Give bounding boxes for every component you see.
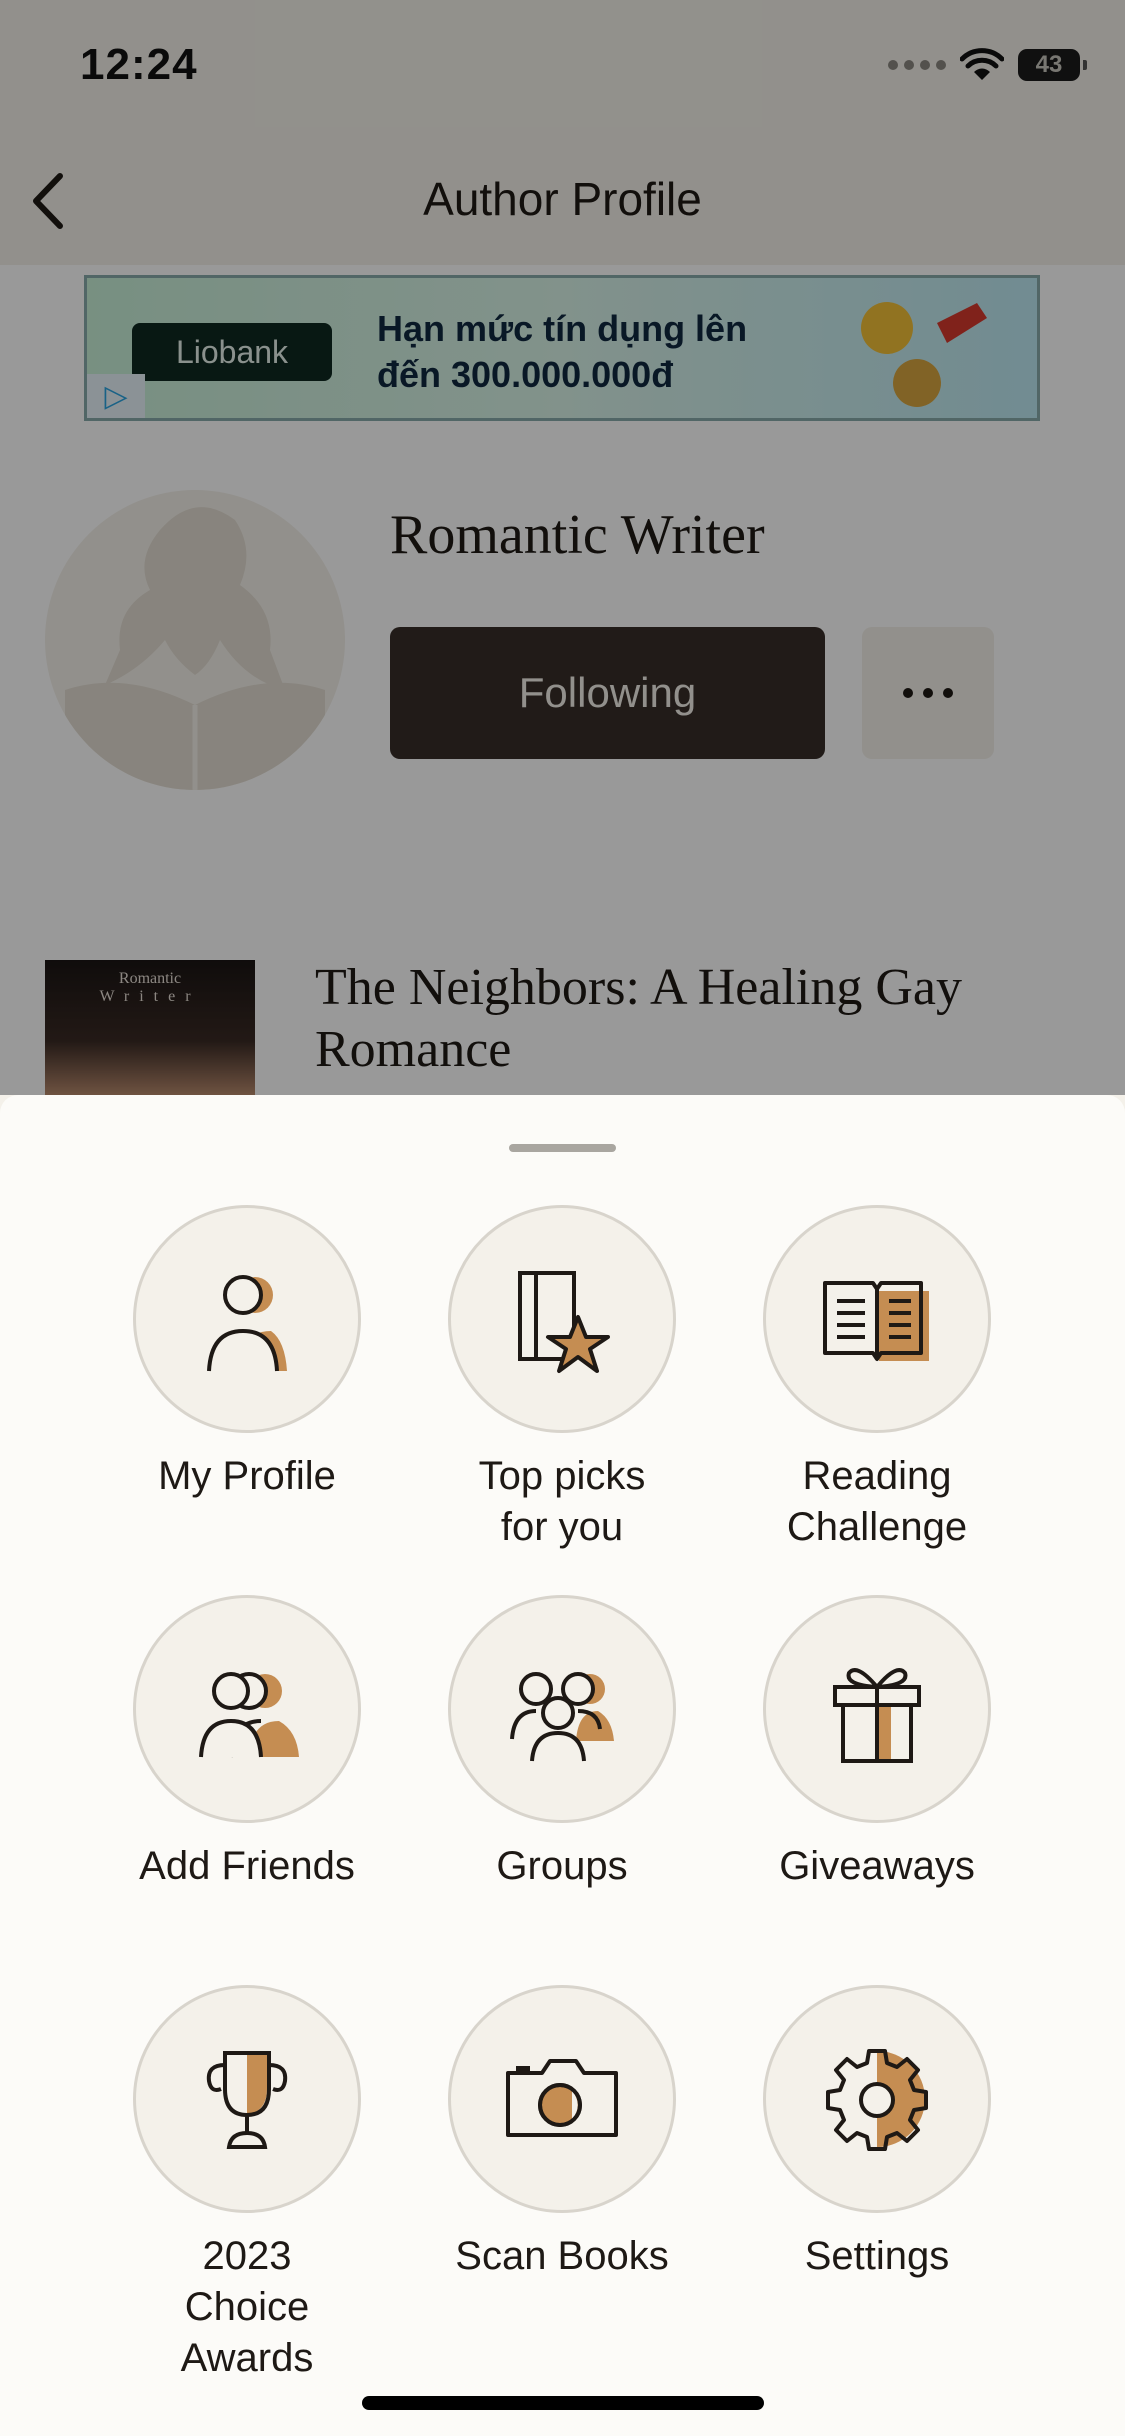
menu-item-circle	[448, 1205, 676, 1433]
menu-item-my-profile[interactable]: My Profile	[87, 1205, 407, 1502]
open-book-icon	[823, 1281, 929, 1361]
more-menu-sheet: My Profile Top picks for you Reading Cha…	[0, 1095, 1125, 2436]
top-picks-icon	[518, 1271, 610, 1373]
menu-item-circle	[448, 1595, 676, 1823]
menu-item-circle	[448, 1985, 676, 2213]
menu-item-add-friends[interactable]: Add Friends	[87, 1595, 407, 1892]
menu-item-label: My Profile	[158, 1454, 336, 1498]
menu-item-label: Add Friends	[139, 1844, 355, 1888]
menu-item-label: Reading Challenge	[786, 1454, 968, 1549]
menu-item-circle	[763, 1595, 991, 1823]
menu-item-circle	[763, 1985, 991, 2213]
menu-item-top-picks[interactable]: Top picks for you	[402, 1205, 722, 1553]
menu-item-circle	[133, 1985, 361, 2213]
home-indicator	[362, 2396, 764, 2410]
menu-item-groups[interactable]: Groups	[402, 1595, 722, 1892]
profile-icon	[207, 1275, 287, 1372]
menu-item-circle	[133, 1205, 361, 1433]
menu-item-circle	[763, 1205, 991, 1433]
menu-item-settings[interactable]: Settings	[717, 1985, 1037, 2282]
menu-item-label: 2023 Choice Awards	[180, 2234, 314, 2380]
menu-item-giveaways[interactable]: Giveaways	[717, 1595, 1037, 1892]
menu-item-label: Settings	[804, 2234, 950, 2278]
menu-item-reading-challenge[interactable]: Reading Challenge	[717, 1205, 1037, 1553]
add-friends-icon	[199, 1672, 299, 1758]
modal-backdrop[interactable]	[0, 0, 1125, 1095]
menu-item-scan-books[interactable]: Scan Books	[402, 1985, 722, 2282]
menu-item-label: Scan Books	[455, 2234, 669, 2278]
menu-item-label: Giveaways	[779, 1844, 975, 1888]
sheet-grabber[interactable]	[509, 1144, 616, 1152]
gear-icon	[826, 2049, 928, 2151]
menu-item-choice-awards[interactable]: 2023 Choice Awards	[87, 1985, 407, 2384]
gift-icon	[833, 1668, 921, 1763]
groups-icon	[510, 1672, 614, 1762]
menu-item-circle	[133, 1595, 361, 1823]
camera-icon	[506, 2059, 618, 2137]
menu-item-label: Groups	[496, 1844, 628, 1888]
menu-item-label: Top picks for you	[478, 1454, 646, 1549]
trophy-icon	[206, 2051, 288, 2149]
